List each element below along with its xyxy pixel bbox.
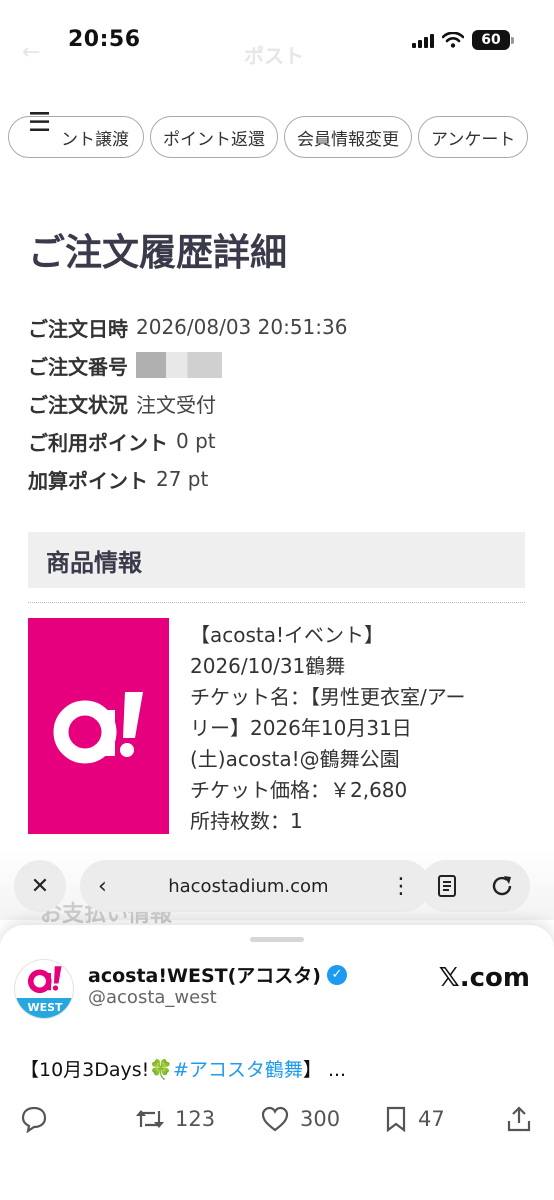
account-name-text: acosta!WEST(アコスタ) (88, 965, 321, 987)
avatar-band: WEST (15, 998, 73, 1018)
status-bar: ← 20:56 ポスト 60 (0, 0, 554, 90)
reply-icon (21, 1106, 47, 1133)
order-status-value: 注文受付 (136, 392, 216, 417)
share-icon (507, 1106, 531, 1132)
address-bar[interactable]: ‹ hacostadium.com ⋮ (80, 860, 430, 912)
points-added-row: 加算ポイント 27 pt (28, 460, 347, 498)
tabs-row: ント譲渡 ポイント返還 会員情報変更 アンケート (8, 116, 529, 158)
retweet-button[interactable]: 123 (135, 1105, 215, 1133)
product-line: 2026/10/31鶴舞 (190, 654, 346, 678)
reload-icon[interactable] (490, 874, 514, 898)
product-line: 【acosta!イベント】 (190, 623, 385, 647)
avatar[interactable]: WEST (14, 959, 74, 1019)
bookmark-count: 47 (418, 1107, 445, 1131)
tweet-text-part: 【10月3Days! (20, 1059, 150, 1081)
x-com-link[interactable]: 𝕏.com (439, 963, 530, 993)
close-icon[interactable]: ✕ (14, 860, 66, 912)
ghost-page-title: ポスト (244, 44, 304, 68)
reply-button[interactable] (20, 1105, 48, 1133)
cellular-signal-icon (412, 32, 434, 48)
tab-survey[interactable]: アンケート (418, 116, 529, 158)
tweet-text[interactable]: 【10月3Days!🍀#アコスタ鶴舞】 ... (20, 1055, 346, 1082)
order-status-label: ご注文状況 (28, 392, 128, 417)
like-button[interactable]: 300 (260, 1105, 340, 1133)
points-used-label: ご利用ポイント (28, 430, 168, 455)
back-icon[interactable]: ‹ (98, 874, 107, 899)
back-arrow-icon: ← (22, 40, 41, 65)
clover-emoji: 🍀 (149, 1059, 173, 1081)
divider (28, 602, 525, 603)
product-line: リー】2026年10月31日 (190, 716, 412, 740)
avatar-logo-mark (27, 966, 62, 994)
account-name[interactable]: acosta!WEST(アコスタ) ✓ (88, 961, 347, 988)
url-text: hacostadium.com (168, 875, 329, 897)
share-button[interactable] (506, 1105, 532, 1133)
order-status-row: ご注文状況 注文受付 (28, 384, 347, 422)
verified-badge-icon: ✓ (326, 964, 347, 985)
account-handle[interactable]: @acosta_west (88, 987, 217, 1008)
reader-mode-icon[interactable] (437, 874, 457, 898)
battery-level: 60 (472, 30, 510, 50)
page-title: ご注文履歴詳細 (28, 231, 287, 274)
product-line: チケット名：【男性更衣室/アー (190, 685, 466, 709)
bookmark-icon (386, 1106, 406, 1133)
wifi-icon (442, 32, 464, 48)
points-added-label: 加算ポイント (28, 468, 148, 493)
order-number-label: ご注文番号 (28, 354, 128, 379)
sheet-grabber[interactable] (250, 937, 304, 942)
hashtag-link[interactable]: #アコスタ鶴舞 (173, 1059, 303, 1081)
tweet-preview-sheet[interactable]: WEST acosta!WEST(アコスタ) ✓ @acosta_west 𝕏.… (0, 925, 554, 1200)
retweet-icon (136, 1110, 164, 1128)
product-line: チケット価格：￥2,680 (190, 778, 408, 802)
tab-point-return[interactable]: ポイント返還 (150, 116, 278, 158)
more-options-icon[interactable]: ⋮ (390, 874, 412, 899)
order-date-label: ご注文日時 (28, 316, 128, 341)
order-info: ご注文日時 2026/08/03 20:51:36 ご注文番号 ご注文状況 注文… (28, 308, 347, 498)
status-icons: 60 (412, 30, 514, 50)
product-line: 所持枚数：1 (190, 809, 303, 833)
tweet-actions: 123 300 47 (20, 1105, 536, 1141)
battery-icon: 60 (472, 30, 514, 50)
status-time: 20:56 (68, 27, 141, 52)
order-date-value: 2026/08/03 20:51:36 (136, 315, 348, 339)
hamburger-menu-icon[interactable]: ☰ (28, 110, 51, 136)
product-line: (土)acosta!@鶴舞公園 (190, 747, 400, 771)
points-added-value: 27 pt (156, 467, 209, 491)
redacted-order-number (136, 352, 222, 378)
points-used-row: ご利用ポイント 0 pt (28, 422, 347, 460)
acosta-logo (28, 618, 169, 834)
retweet-count: 123 (175, 1107, 216, 1131)
browser-actions (420, 860, 530, 912)
product-section-header: 商品情報 (28, 532, 525, 588)
order-date-row: ご注文日時 2026/08/03 20:51:36 (28, 308, 347, 346)
order-number-row: ご注文番号 (28, 346, 347, 384)
like-count: 300 (300, 1107, 341, 1131)
product-details: 【acosta!イベント】 2026/10/31鶴舞 チケット名：【男性更衣室/… (190, 620, 530, 837)
bookmark-button[interactable]: 47 (384, 1105, 445, 1133)
tweet-text-part: 】 ... (302, 1059, 347, 1081)
heart-icon (261, 1106, 289, 1132)
tab-member-info[interactable]: 会員情報変更 (284, 116, 412, 158)
acosta-logo-mark (53, 692, 143, 764)
points-used-value: 0 pt (176, 429, 216, 453)
